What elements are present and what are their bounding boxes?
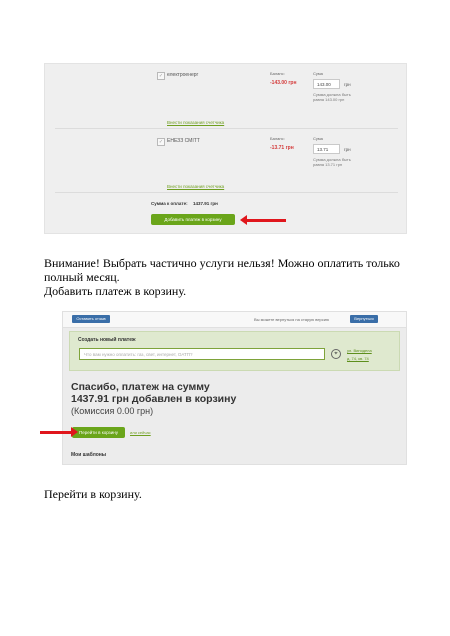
warning-line-1: Внимание! Выбрать частично услуги нельзя…: [44, 256, 400, 270]
red-arrow-icon: [240, 215, 286, 225]
add-to-cart-button[interactable]: Добавить платеж в корзину: [151, 214, 235, 225]
service-checkbox-2[interactable]: ✓: [157, 138, 165, 146]
currency-2: грн: [344, 147, 351, 152]
old-version-text: Вы можете вернуться на старую версию: [254, 317, 330, 322]
thanks-line-2: 1437.91 грн добавлен в корзину: [71, 393, 237, 405]
service-name-2: ЕНЕЗЗ СМІТТ: [167, 138, 200, 144]
payment-search-input[interactable]: Что вам нужно оплатить: газ, свет, интер…: [79, 348, 325, 360]
service-checkbox-1[interactable]: ✓: [157, 72, 165, 80]
balance-value-1: -143.00 грн: [270, 80, 297, 86]
instruction-go-to-cart: Перейти в корзину.: [44, 487, 142, 501]
my-templates-heading: Мои шаблоны: [71, 452, 107, 458]
currency-1: грн: [344, 82, 351, 87]
amount-note-1: Сумма должна быть равна 143.00 грн: [313, 92, 351, 102]
sum-label-2: Сума: [313, 136, 323, 141]
balance-value-2: -13.71 грн: [270, 145, 294, 151]
panel-title: Создать новый платеж: [78, 337, 136, 343]
feedback-button[interactable]: Оставить отзыв: [72, 315, 110, 323]
return-button[interactable]: Вернуться: [350, 315, 378, 323]
commission-text: (Комиссия 0.00 грн): [71, 406, 154, 416]
screenshot-service-list: ✓ електроенерг Баланс: -143.00 грн Сума …: [44, 63, 407, 234]
top-bar: Оставить отзыв Вы можете вернуться на ст…: [63, 312, 406, 328]
amount-input-1[interactable]: 143.00: [313, 79, 340, 89]
red-arrow-icon: [40, 427, 78, 437]
new-payment-panel: Создать новый платеж Что вам нужно оплат…: [69, 331, 400, 371]
divider: [55, 192, 398, 193]
meter-readings-link-1[interactable]: Внести показания счетчика: [167, 120, 224, 125]
balance-label-2: Баланс:: [270, 136, 285, 141]
balance-label-1: Баланс:: [270, 71, 285, 76]
address-line-1[interactable]: ул. Винодела: [347, 348, 372, 353]
instruction-add-to-cart: Добавить платеж в корзину.: [44, 284, 187, 298]
amount-input-2[interactable]: 13.71: [313, 144, 340, 154]
location-pin-icon[interactable]: ⌖: [331, 349, 341, 359]
screenshot-cart-confirmation: Оставить отзыв Вы можете вернуться на ст…: [62, 311, 407, 465]
sum-label-1: Сума: [313, 71, 323, 76]
divider: [55, 128, 398, 129]
go-to-cart-button[interactable]: Перейти в корзину: [72, 427, 125, 438]
thanks-line-1: Спасибо, платеж на сумму: [71, 381, 210, 393]
pay-now-link[interactable]: или сейчас: [130, 430, 151, 435]
total-label: Сумма к оплате:: [151, 201, 188, 206]
total-value: 1437.91 грн: [193, 201, 218, 206]
address-line-2[interactable]: д. 74, кв. 74: [347, 356, 369, 361]
service-name-1: електроенерг: [167, 72, 199, 78]
warning-line-2: полный месяц.: [44, 270, 120, 284]
amount-note-2: Сумма должна быть равна 13.71 грн: [313, 157, 351, 167]
meter-readings-link-2[interactable]: Внести показания счетчика: [167, 184, 224, 189]
